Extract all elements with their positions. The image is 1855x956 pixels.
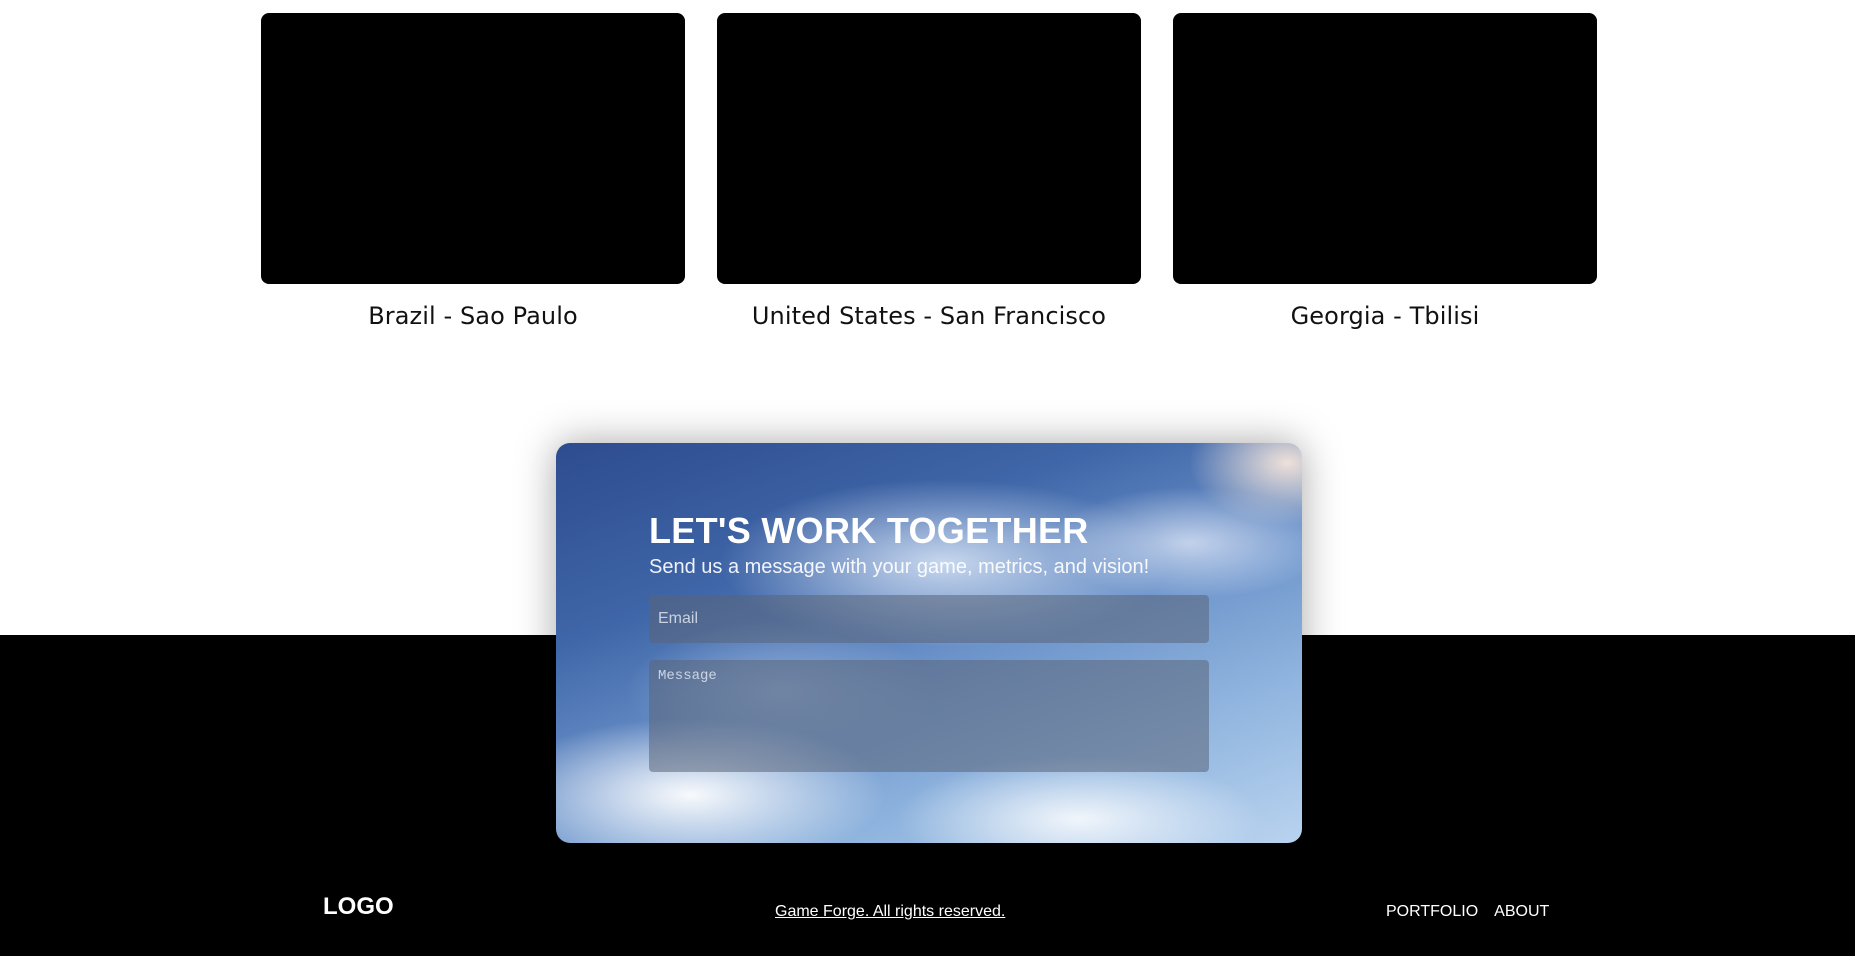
location-image (1173, 13, 1597, 284)
location-image (261, 13, 685, 284)
location-caption: Georgia - Tbilisi (1290, 302, 1480, 330)
location-card: Brazil - Sao Paulo (261, 13, 685, 330)
email-field[interactable] (649, 595, 1209, 643)
contact-card: LET'S WORK TOGETHER Send us a message wi… (556, 443, 1302, 843)
location-image (717, 13, 1141, 284)
locations-section: Brazil - Sao Paulo United States - San F… (0, 0, 1855, 400)
location-card: United States - San Francisco (717, 13, 1141, 330)
nav-link-portfolio[interactable]: PORTFOLIO (1386, 903, 1478, 921)
contact-subtitle: Send us a message with your game, metric… (649, 556, 1150, 578)
page: Brazil - Sao Paulo United States - San F… (0, 0, 1855, 956)
location-card: Georgia - Tbilisi (1173, 13, 1597, 330)
location-caption: United States - San Francisco (751, 302, 1107, 330)
footer-nav: PORTFOLIO ABOUT (1386, 903, 1549, 921)
location-caption: Brazil - Sao Paulo (368, 302, 578, 330)
copyright-link[interactable]: Game Forge. All rights reserved. (775, 903, 1005, 921)
nav-link-about[interactable]: ABOUT (1494, 903, 1549, 921)
contact-form: LET'S WORK TOGETHER Send us a message wi… (649, 511, 1209, 772)
footer-logo[interactable]: LOGO (323, 893, 394, 921)
message-field[interactable] (649, 660, 1209, 772)
contact-title: LET'S WORK TOGETHER (649, 510, 1089, 551)
